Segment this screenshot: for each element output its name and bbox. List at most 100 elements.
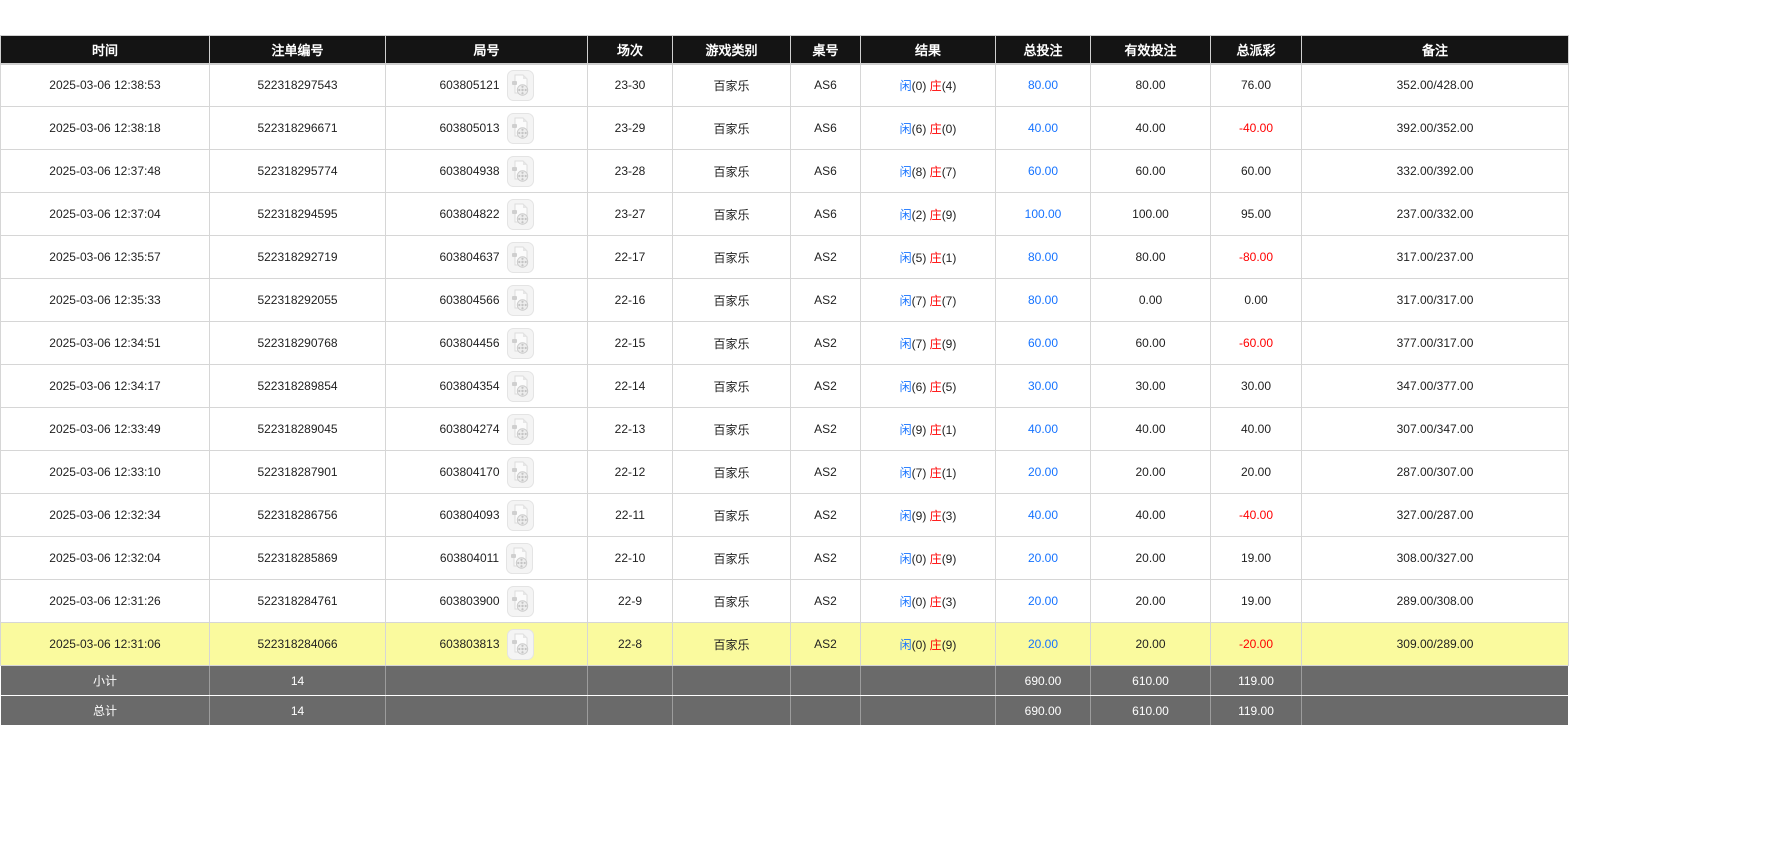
result-banker-label: 庄 <box>930 638 942 652</box>
bet-id-cell: 522318290768 <box>210 322 386 365</box>
video-icon[interactable] <box>507 457 534 488</box>
remark-cell: 317.00/237.00 <box>1302 236 1569 279</box>
round-number: 603804170 <box>439 465 499 479</box>
table-header: 时间注单编号局号场次游戏类别桌号结果总投注有效投注总派彩备注 <box>1 36 1569 64</box>
result-player-label: 闲 <box>900 79 912 93</box>
video-icon[interactable] <box>507 328 534 359</box>
result-player-label: 闲 <box>900 208 912 222</box>
payout-cell: -40.00 <box>1211 494 1302 537</box>
payout-value: 40.00 <box>1241 422 1271 436</box>
table-no-cell: AS2 <box>791 408 861 451</box>
video-icon[interactable] <box>507 156 534 187</box>
result-player-score: (7) <box>912 466 927 480</box>
total-bet-cell: 100.00 <box>996 193 1091 236</box>
video-icon[interactable] <box>507 285 534 316</box>
round-cell: 603804354 <box>386 365 588 408</box>
table-row[interactable]: 2025-03-06 12:37:04522318294595603804822… <box>1 193 1569 236</box>
footer-empty-cell <box>673 666 791 696</box>
valid-bet-cell: 80.00 <box>1091 64 1211 107</box>
table-row[interactable]: 2025-03-06 12:38:53522318297543603805121… <box>1 64 1569 107</box>
footer-total-bet-cell: 690.00 <box>996 696 1091 726</box>
result-player-label: 闲 <box>900 122 912 136</box>
table-row[interactable]: 2025-03-06 12:31:06522318284066603803813… <box>1 623 1569 666</box>
session-cell: 22-9 <box>588 580 673 623</box>
round-number: 603803813 <box>439 637 499 651</box>
round-cell-inner: 603804093 <box>439 500 533 531</box>
table-row[interactable]: 2025-03-06 12:33:49522318289045603804274… <box>1 408 1569 451</box>
table-row[interactable]: 2025-03-06 12:31:26522318284761603803900… <box>1 580 1569 623</box>
video-icon[interactable] <box>507 371 534 402</box>
table-row[interactable]: 2025-03-06 12:37:48522318295774603804938… <box>1 150 1569 193</box>
table-row[interactable]: 2025-03-06 12:35:57522318292719603804637… <box>1 236 1569 279</box>
bet-id-cell: 522318289045 <box>210 408 386 451</box>
total-bet-cell: 30.00 <box>996 365 1091 408</box>
valid-bet-cell: 60.00 <box>1091 150 1211 193</box>
session-cell: 22-15 <box>588 322 673 365</box>
remark-cell: 332.00/392.00 <box>1302 150 1569 193</box>
table-row[interactable]: 2025-03-06 12:34:17522318289854603804354… <box>1 365 1569 408</box>
payout-value: -80.00 <box>1239 250 1273 264</box>
game-type-cell: 百家乐 <box>673 537 791 580</box>
round-number: 603805121 <box>439 78 499 92</box>
result-banker-label: 庄 <box>930 122 942 136</box>
bet-id-cell: 522318286756 <box>210 494 386 537</box>
bet-id-cell: 522318297543 <box>210 64 386 107</box>
round-cell-inner: 603805121 <box>439 70 533 101</box>
table-row[interactable]: 2025-03-06 12:32:04522318285869603804011… <box>1 537 1569 580</box>
remark-cell: 377.00/317.00 <box>1302 322 1569 365</box>
result-player-score: (9) <box>912 509 927 523</box>
video-icon[interactable] <box>507 242 534 273</box>
total-bet-cell: 60.00 <box>996 322 1091 365</box>
round-cell-inner: 603804354 <box>439 371 533 402</box>
table-row[interactable]: 2025-03-06 12:33:10522318287901603804170… <box>1 451 1569 494</box>
total-bet-value: 40.00 <box>1028 508 1058 522</box>
payout-cell: -60.00 <box>1211 322 1302 365</box>
result-banker-label: 庄 <box>930 509 942 523</box>
table-row[interactable]: 2025-03-06 12:38:18522318296671603805013… <box>1 107 1569 150</box>
total-bet-cell: 40.00 <box>996 408 1091 451</box>
result-player-score: (7) <box>912 294 927 308</box>
result-cell: 闲(0) 庄(4) <box>861 64 996 107</box>
table-body: 2025-03-06 12:38:53522318297543603805121… <box>1 64 1569 666</box>
footer-label-cell: 总计 <box>1 696 210 726</box>
round-cell-inner: 603804566 <box>439 285 533 316</box>
table-row[interactable]: 2025-03-06 12:32:34522318286756603804093… <box>1 494 1569 537</box>
game-type-cell: 百家乐 <box>673 451 791 494</box>
total-bet-cell: 40.00 <box>996 494 1091 537</box>
time-cell: 2025-03-06 12:34:51 <box>1 322 210 365</box>
table-row[interactable]: 2025-03-06 12:34:51522318290768 603804456… <box>1 322 1569 365</box>
result-player-label: 闲 <box>900 165 912 179</box>
table-row[interactable]: 2025-03-06 12:35:33522318292055603804566… <box>1 279 1569 322</box>
video-icon[interactable] <box>507 629 534 660</box>
column-header-remark: 备注 <box>1302 36 1569 64</box>
payout-cell: 19.00 <box>1211 537 1302 580</box>
column-header-session: 场次 <box>588 36 673 64</box>
video-icon[interactable] <box>507 586 534 617</box>
column-header-total_bet: 总投注 <box>996 36 1091 64</box>
result-banker-score: (7) <box>942 294 957 308</box>
remark-cell: 352.00/428.00 <box>1302 64 1569 107</box>
payout-cell: 30.00 <box>1211 365 1302 408</box>
payout-value: 19.00 <box>1241 594 1271 608</box>
total-bet-value: 20.00 <box>1028 637 1058 651</box>
video-icon[interactable] <box>507 113 534 144</box>
video-icon[interactable] <box>507 199 534 230</box>
footer-empty-cell <box>861 666 996 696</box>
table-no-cell: AS2 <box>791 236 861 279</box>
video-icon[interactable] <box>507 70 534 101</box>
result-player-score: (8) <box>912 165 927 179</box>
payout-value: 76.00 <box>1241 78 1271 92</box>
valid-bet-cell: 20.00 <box>1091 580 1211 623</box>
round-cell-inner: 603804456 <box>439 328 533 359</box>
round-cell: 603804456 <box>386 322 588 365</box>
remark-cell: 289.00/308.00 <box>1302 580 1569 623</box>
video-icon[interactable] <box>507 500 534 531</box>
result-cell: 闲(5) 庄(1) <box>861 236 996 279</box>
video-icon[interactable] <box>507 414 534 445</box>
footer-empty-cell <box>673 696 791 726</box>
video-icon[interactable] <box>506 543 533 574</box>
table-no-cell: AS2 <box>791 451 861 494</box>
result-banker-label: 庄 <box>930 380 942 394</box>
table-no-cell: AS6 <box>791 107 861 150</box>
result-player-score: (0) <box>912 638 927 652</box>
